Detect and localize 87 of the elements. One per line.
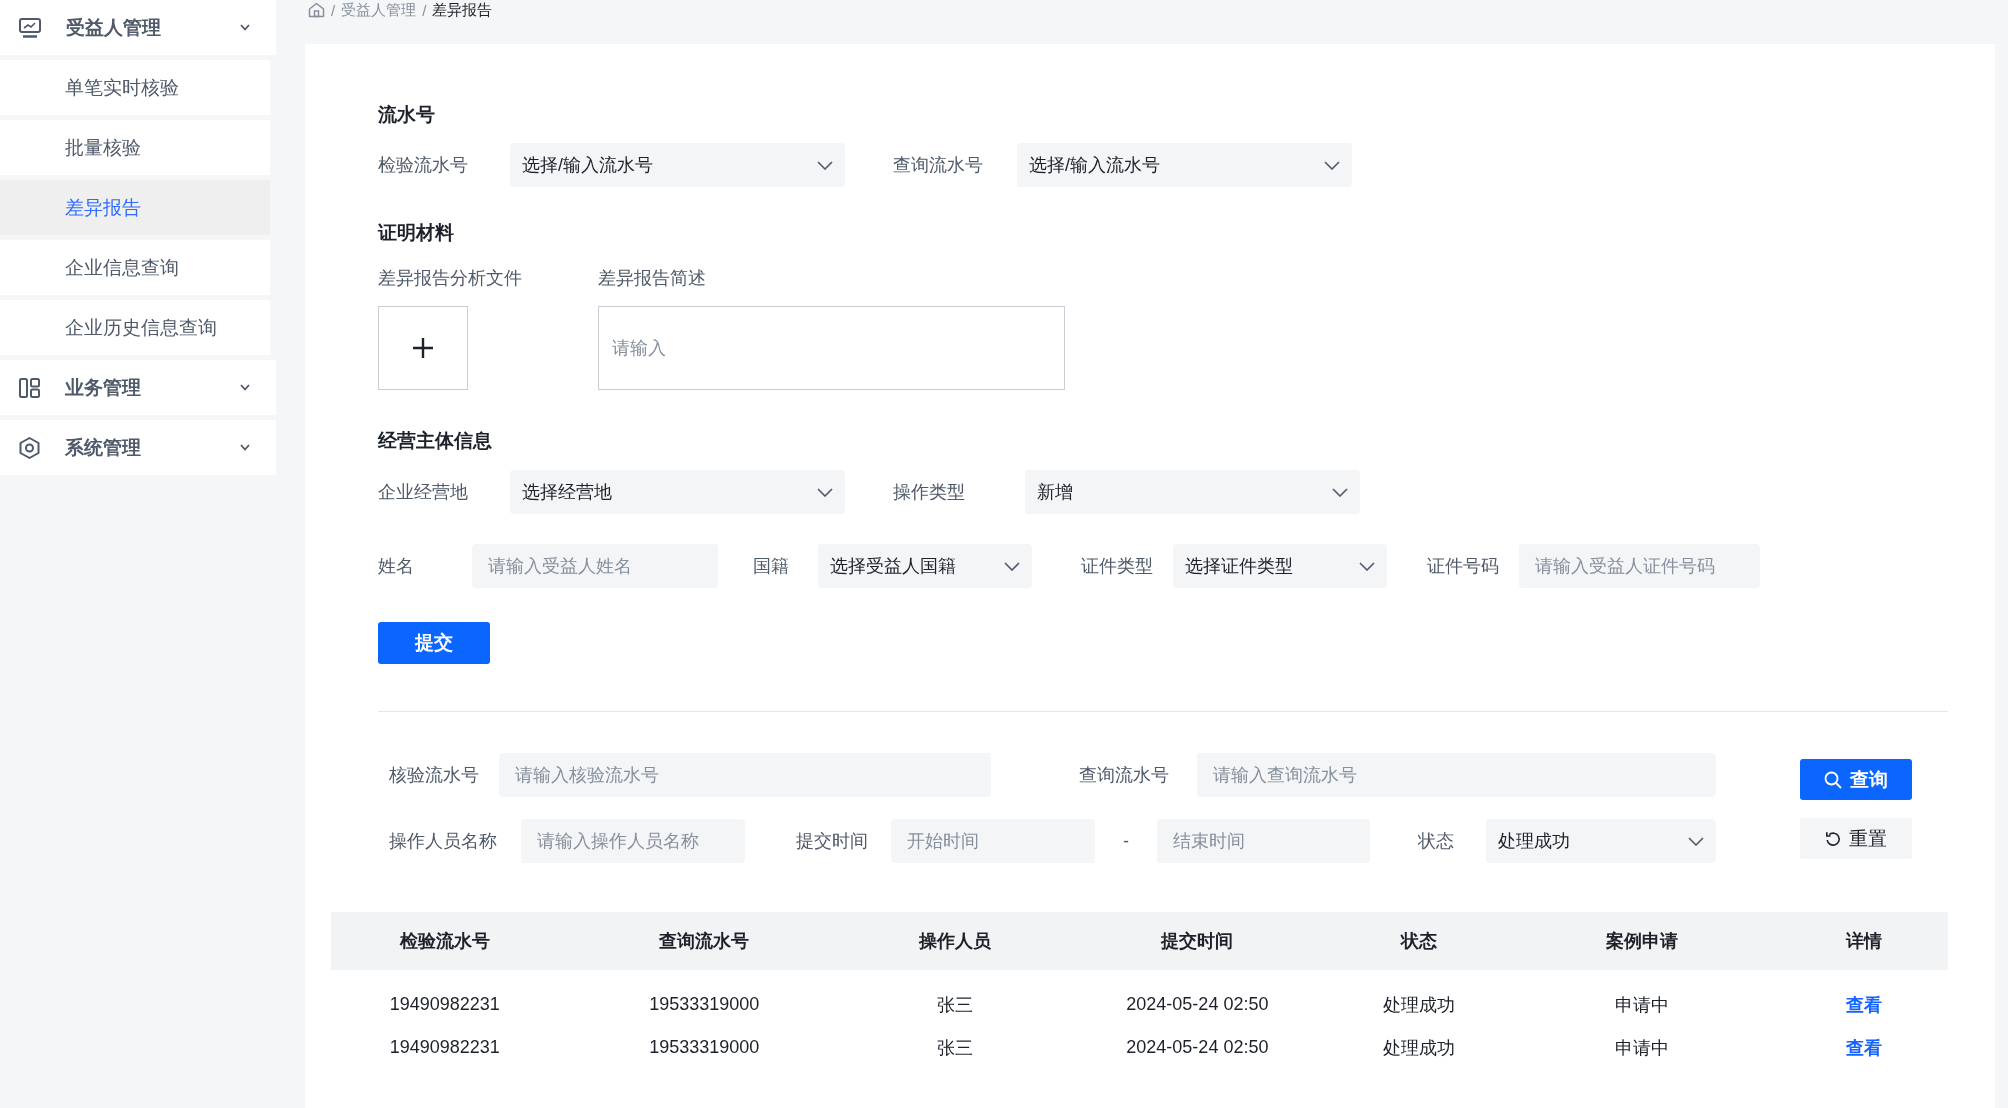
field-label: 检验流水号 (378, 154, 469, 177)
table-cell: 19533319000 (649, 1037, 760, 1057)
input-field[interactable]: 请输入核验流水号 (499, 753, 991, 797)
view-link[interactable]: 查看 (1846, 1037, 1883, 1058)
chevron-down-icon (240, 384, 250, 391)
field-label: 证件类型 (1081, 555, 1154, 578)
chevron-down-icon (817, 160, 833, 170)
section-title: 证明材料 (378, 221, 455, 245)
chevron-down-icon (1004, 561, 1020, 571)
table-cell: 2024-05-24 02:50 (1126, 994, 1269, 1014)
chevron-down-icon (1324, 160, 1340, 170)
select-field[interactable]: 选择经营地 (510, 470, 845, 514)
field-label: 差异报告简述 (598, 267, 706, 290)
table-cell: 张三 (936, 994, 973, 1015)
input-field[interactable]: 请输入受益人姓名 (472, 544, 718, 588)
field-label: 企业经营地 (378, 481, 469, 504)
field-label: 核验流水号 (389, 764, 480, 787)
chevron-down-icon (817, 487, 833, 497)
table-cell: 19490982231 (389, 994, 500, 1014)
field-label: 国籍 (753, 555, 790, 578)
chevron-down-icon (240, 444, 250, 451)
layout-icon (19, 377, 40, 398)
column-header: 案例申请 (1604, 930, 1679, 953)
field-label: 查询流水号 (1079, 764, 1170, 787)
table-cell: 19490982231 (389, 1037, 500, 1057)
chevron-down-icon (240, 24, 250, 31)
table-cell: 处理成功 (1382, 994, 1455, 1015)
sidebar-item[interactable]: 企业信息查询 (0, 240, 270, 295)
column-header: 提交时间 (1160, 930, 1235, 953)
sidebar-group[interactable]: 受益人管理 (0, 0, 276, 55)
home-icon[interactable] (308, 2, 325, 18)
date-field[interactable]: 开始时间 (891, 819, 1095, 863)
reset-button[interactable]: 重置 (1800, 818, 1912, 859)
sidebar-item[interactable]: 批量核验 (0, 120, 270, 175)
breadcrumb-separator: / (331, 1, 336, 19)
chevron-down-icon (1332, 487, 1348, 497)
field-label: 证件号码 (1427, 555, 1500, 578)
upload-button[interactable] (378, 306, 468, 390)
settings-icon (19, 436, 40, 459)
sidebar-item[interactable]: 差异报告 (0, 180, 270, 235)
field-label: 姓名 (378, 555, 415, 578)
input-field[interactable]: 请输入查询流水号 (1197, 753, 1716, 797)
date-field[interactable]: 结束时间 (1157, 819, 1370, 863)
breadcrumb-separator: / (422, 1, 427, 19)
field-label: 操作类型 (893, 481, 966, 504)
field-label: 提交时间 (796, 830, 869, 853)
table-cell: 处理成功 (1382, 1037, 1455, 1058)
column-header: 检验流水号 (398, 930, 491, 953)
sidebar-item[interactable]: 企业历史信息查询 (0, 300, 270, 355)
chevron-down-icon (1688, 836, 1704, 846)
section-title: 经营主体信息 (378, 429, 493, 453)
select-field[interactable]: 选择证件类型 (1173, 544, 1387, 588)
table-cell: 申请中 (1614, 994, 1669, 1015)
section-title: 流水号 (378, 103, 436, 127)
input-field[interactable]: 请输入操作人员名称 (521, 819, 745, 863)
search-button[interactable]: 查询 (1800, 759, 1912, 800)
field-label: 差异报告分析文件 (378, 267, 522, 290)
select-field[interactable]: 处理成功 (1486, 819, 1716, 863)
select-field[interactable]: 选择/输入流水号 (510, 143, 845, 187)
column-header: 查询流水号 (658, 930, 751, 953)
table-cell: 张三 (936, 1037, 973, 1058)
submit-button[interactable]: 提交 (378, 622, 490, 664)
chevron-down-icon (1359, 561, 1375, 571)
breadcrumb-current: 差异报告 (432, 0, 493, 20)
search-icon (1824, 770, 1842, 789)
table-cell: 2024-05-24 02:50 (1126, 1037, 1269, 1057)
select-field[interactable]: 新增 (1025, 470, 1360, 514)
column-header: 详情 (1844, 930, 1884, 953)
plus-icon (412, 337, 434, 359)
table-cell: 19533319000 (649, 994, 760, 1014)
view-link[interactable]: 查看 (1846, 994, 1883, 1015)
input-field[interactable]: 请输入受益人证件号码 (1519, 544, 1760, 588)
refresh-icon (1825, 830, 1841, 847)
field-label: 操作人员名称 (389, 830, 498, 853)
sidebar-group[interactable]: 系统管理 (0, 420, 276, 475)
monitor-icon (19, 17, 41, 38)
field-label: 状态 (1418, 830, 1455, 853)
column-header: 状态 (1399, 930, 1438, 953)
range-separator: - (1122, 830, 1130, 852)
select-field[interactable]: 选择/输入流水号 (1017, 143, 1352, 187)
table-cell: 申请中 (1614, 1037, 1669, 1058)
field-label: 查询流水号 (893, 154, 984, 177)
column-header: 操作人员 (917, 930, 992, 953)
select-field[interactable]: 选择受益人国籍 (818, 544, 1032, 588)
sidebar-item[interactable]: 单笔实时核验 (0, 60, 270, 115)
sidebar-group[interactable]: 业务管理 (0, 360, 276, 415)
description-field[interactable]: 请输入 (598, 306, 1065, 390)
